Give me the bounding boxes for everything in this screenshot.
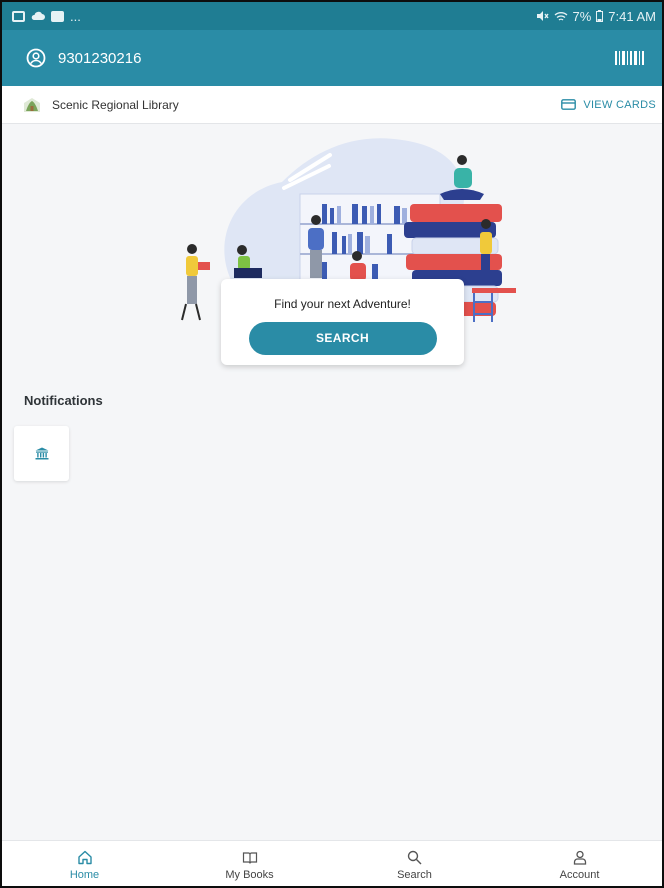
person-icon bbox=[573, 850, 586, 865]
library-logo bbox=[24, 97, 40, 112]
user-id: 9301230216 bbox=[58, 49, 142, 67]
user-circle-icon[interactable] bbox=[26, 48, 46, 68]
nav-home[interactable]: Home bbox=[2, 841, 167, 886]
library-bar: Scenic Regional Library VIEW CARDS bbox=[2, 86, 662, 124]
mute-icon bbox=[536, 11, 549, 21]
bottom-nav: Home My Books Search Account bbox=[2, 840, 662, 886]
nav-search[interactable]: Search bbox=[332, 841, 497, 886]
home-icon bbox=[77, 850, 92, 865]
cloud-icon bbox=[31, 11, 45, 20]
app-bar: 9301230216 bbox=[2, 30, 662, 86]
image-icon bbox=[51, 10, 64, 22]
nav-search-label: Search bbox=[397, 869, 432, 881]
book-icon bbox=[242, 851, 257, 864]
nav-account[interactable]: Account bbox=[497, 841, 662, 886]
view-cards-label: VIEW CARDS bbox=[583, 98, 656, 111]
nav-my-books-label: My Books bbox=[225, 868, 274, 881]
search-icon bbox=[407, 850, 422, 865]
notifications-title: Notifications bbox=[24, 393, 103, 408]
wifi-icon bbox=[554, 11, 567, 21]
nav-account-label: Account bbox=[559, 869, 600, 881]
search-button[interactable]: SEARCH bbox=[248, 322, 437, 355]
battery-icon bbox=[596, 10, 604, 22]
search-prompt: Find your next Adventure! bbox=[274, 297, 411, 311]
barcode-icon[interactable] bbox=[615, 51, 644, 65]
status-bar: ... 7% 7:41 AM bbox=[2, 2, 662, 30]
view-cards-button[interactable]: VIEW CARDS bbox=[561, 99, 656, 111]
clock: 7:41 AM bbox=[608, 8, 656, 24]
notification-item[interactable] bbox=[14, 426, 69, 481]
library-building-icon bbox=[35, 447, 48, 460]
nav-home-label: Home bbox=[69, 869, 100, 881]
app-frame: ... 7% 7:41 AM 9301230216 Scenic Regiona… bbox=[0, 0, 664, 888]
card-icon bbox=[561, 99, 577, 110]
battery-percent: 7% bbox=[572, 8, 592, 24]
status-overflow: ... bbox=[70, 8, 81, 24]
library-name: Scenic Regional Library bbox=[52, 97, 179, 112]
gallery-icon bbox=[12, 10, 25, 22]
nav-my-books[interactable]: My Books bbox=[167, 841, 332, 886]
search-card: Find your next Adventure! SEARCH bbox=[221, 279, 464, 365]
